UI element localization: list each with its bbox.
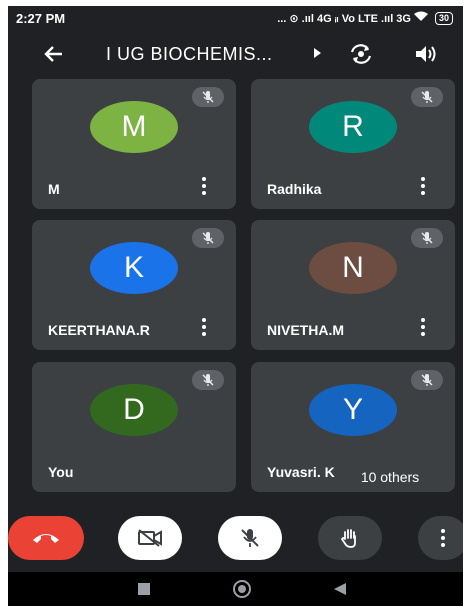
status-icons: ... ⊙ .ııl 4G ᵢₗ Vo LTE .ııl 3G 30 — [277, 11, 453, 25]
participant-tile[interactable]: D You — [32, 362, 236, 492]
wifi-icon — [413, 11, 428, 25]
participant-name: Radhika — [267, 181, 322, 197]
participant-name: KEERTHANA.R — [48, 322, 150, 338]
more-options-button[interactable] — [418, 516, 463, 560]
more-vert-icon — [437, 527, 449, 549]
status-time: 2:27 PM — [16, 10, 66, 26]
status-bar: 2:27 PM ... ⊙ .ııl 4G ᵢₗ Vo LTE .ııl 3G … — [8, 6, 463, 30]
participant-tile[interactable]: K KEERTHANA.R — [32, 220, 236, 350]
participant-tile[interactable]: M M — [32, 79, 236, 209]
switch-camera-icon[interactable] — [348, 42, 374, 66]
more-options-icon[interactable] — [198, 175, 210, 197]
speaker-icon[interactable] — [412, 42, 438, 66]
avatar: R — [309, 101, 397, 153]
mic-toggle-button[interactable] — [218, 516, 282, 560]
end-call-button[interactable] — [8, 516, 84, 560]
muted-mic-icon — [192, 87, 224, 107]
system-nav-bar — [8, 572, 463, 606]
mic-off-icon — [241, 529, 259, 547]
muted-mic-icon — [411, 228, 443, 248]
muted-mic-icon — [411, 87, 443, 107]
participant-name: You — [48, 464, 74, 480]
more-options-icon[interactable] — [417, 316, 429, 338]
avatar: Y — [309, 384, 397, 436]
battery-icon: 30 — [434, 11, 453, 25]
nav-back-icon[interactable] — [334, 583, 346, 595]
meeting-title[interactable]: I UG BIOCHEMIS... — [106, 44, 273, 65]
back-arrow-icon[interactable] — [42, 42, 66, 66]
avatar: K — [90, 242, 178, 294]
camera-toggle-button[interactable] — [118, 516, 182, 560]
recents-icon[interactable] — [138, 583, 150, 595]
phone-screen: 2:27 PM ... ⊙ .ııl 4G ᵢₗ Vo LTE .ııl 3G … — [8, 6, 463, 606]
participant-name: M — [48, 181, 60, 197]
avatar: N — [309, 242, 397, 294]
hand-icon — [340, 529, 356, 548]
avatar: M — [90, 101, 178, 153]
network-indicators: ... ⊙ .ııl 4G ᵢₗ Vo LTE .ııl 3G — [277, 12, 411, 25]
home-icon[interactable] — [233, 580, 251, 598]
muted-mic-icon — [192, 370, 224, 390]
participant-name: NIVETHA.M — [267, 322, 344, 338]
participant-tile[interactable]: R Radhika — [251, 79, 455, 209]
avatar: D — [90, 384, 178, 436]
raise-hand-button[interactable] — [318, 516, 382, 560]
muted-mic-icon — [411, 370, 443, 390]
hang-up-icon — [33, 534, 59, 543]
participant-name: Yuvasri. K — [267, 464, 335, 480]
call-header: I UG BIOCHEMIS... — [8, 34, 463, 74]
camera-off-icon — [138, 529, 162, 547]
others-participants-button[interactable]: 10 others — [338, 462, 442, 492]
participant-tile[interactable]: N NIVETHA.M — [251, 220, 455, 350]
more-options-icon[interactable] — [417, 175, 429, 197]
call-controls — [8, 516, 463, 566]
expand-arrow-icon[interactable] — [314, 48, 321, 58]
muted-mic-icon — [192, 228, 224, 248]
more-options-icon[interactable] — [198, 316, 210, 338]
